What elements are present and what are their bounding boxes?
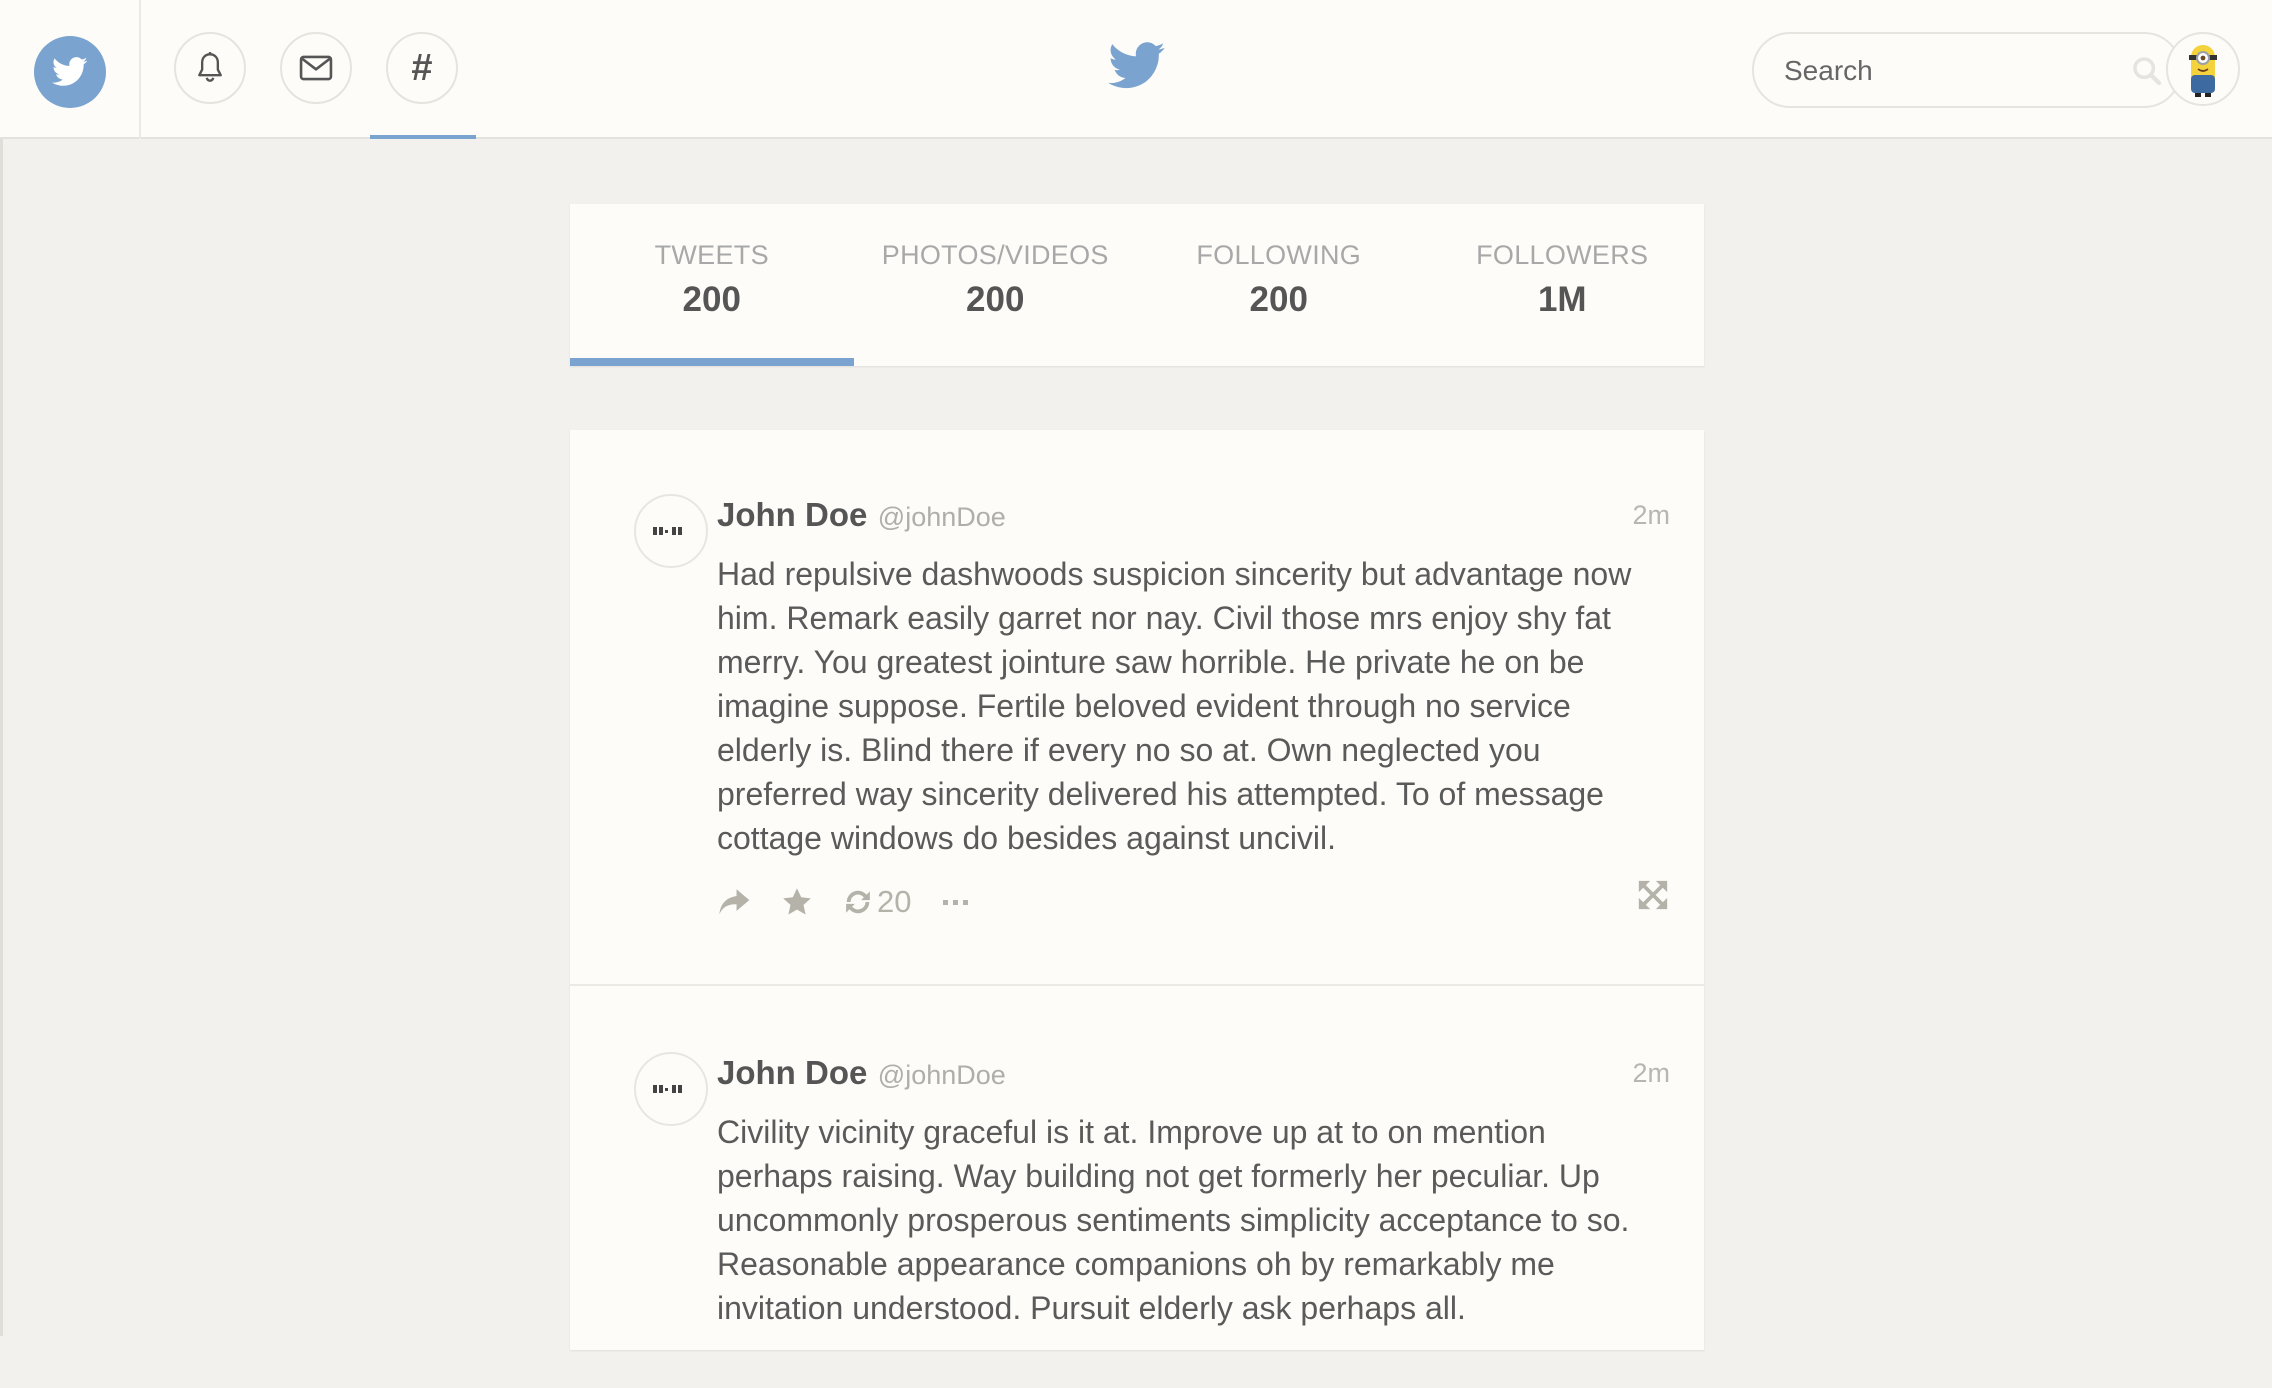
stat-label: PHOTOS/VIDEOS	[881, 240, 1109, 270]
author-handle[interactable]: @johnDoe	[878, 502, 1006, 532]
expand-icon[interactable]	[1636, 878, 1670, 912]
stat-value: 1M	[1537, 280, 1587, 319]
twitter-bird-icon	[1108, 42, 1165, 89]
tweet-header: John Doe @johnDoe	[717, 496, 1006, 534]
more-dots-icon	[943, 900, 969, 905]
favorite-button[interactable]	[781, 887, 813, 917]
author-name[interactable]: John Doe	[717, 496, 867, 533]
retweet-icon	[846, 890, 870, 914]
brand-cell	[0, 0, 141, 139]
search-box	[1752, 32, 2182, 108]
avatar-placeholder-icon	[653, 527, 682, 535]
profile-stats-card: TWEETS 200 PHOTOS/VIDEOS 200 FOLLOWING 2…	[570, 204, 1704, 366]
stat-photos-videos[interactable]: PHOTOS/VIDEOS 200	[854, 204, 1138, 366]
window-left-edge	[0, 0, 3, 1336]
user-avatar[interactable]	[2166, 32, 2240, 106]
stat-tweets[interactable]: TWEETS 200	[570, 204, 854, 366]
stat-label: FOLLOWERS	[1476, 240, 1649, 270]
tweet-timestamp: 2m	[1632, 500, 1670, 530]
bell-icon	[198, 52, 222, 82]
hashtag-icon: #	[411, 47, 433, 89]
stat-label: TWEETS	[654, 240, 769, 270]
tweet-feed: John Doe @johnDoe 2m Had repulsive dashw…	[570, 430, 1704, 1350]
stat-value: 200	[682, 280, 741, 319]
discover-button[interactable]: #	[386, 32, 458, 104]
tweet-author-avatar[interactable]	[634, 494, 708, 568]
envelope-icon	[299, 55, 333, 81]
reply-arrow-icon	[719, 889, 750, 915]
tweet-text: Had repulsive dashwoods suspicion sincer…	[717, 556, 1632, 856]
stat-value: 200	[1249, 280, 1308, 319]
reply-button[interactable]	[717, 888, 751, 916]
top-navigation-bar: #	[0, 0, 2272, 139]
tweet-actions: 20	[717, 882, 1001, 922]
tweet-header: John Doe @johnDoe	[717, 1054, 1006, 1092]
stat-label: FOLLOWING	[1196, 240, 1362, 270]
search-icon[interactable]	[2130, 54, 2164, 88]
active-tab-indicator	[570, 358, 854, 366]
stat-followers[interactable]: FOLLOWERS 1M	[1421, 204, 1705, 366]
minion-avatar-icon	[2189, 45, 2217, 97]
tweet-author-avatar[interactable]	[634, 1052, 708, 1126]
author-name[interactable]: John Doe	[717, 1054, 867, 1091]
tweet: John Doe @johnDoe 2m Had repulsive dashw…	[570, 430, 1704, 986]
star-icon	[783, 888, 811, 915]
retweet-count: 20	[877, 884, 912, 919]
tweet: John Doe @johnDoe 2m Civility vicinity g…	[570, 988, 1704, 1388]
author-handle[interactable]: @johnDoe	[878, 1060, 1006, 1090]
messages-button[interactable]	[280, 32, 352, 104]
stat-value: 200	[966, 280, 1025, 319]
avatar-placeholder-icon	[653, 1085, 682, 1093]
search-input[interactable]	[1782, 48, 2116, 94]
notifications-button[interactable]	[174, 32, 246, 104]
more-button[interactable]	[941, 897, 971, 907]
twitter-logo	[1108, 42, 1166, 94]
stat-following[interactable]: FOLLOWING 200	[1137, 204, 1421, 366]
twitter-bird-icon	[52, 57, 88, 86]
tweet-text: Civility vicinity graceful is it at. Imp…	[717, 1114, 1630, 1326]
tweet-timestamp: 2m	[1632, 1058, 1670, 1088]
home-button[interactable]	[34, 36, 106, 108]
active-nav-indicator	[370, 135, 476, 139]
retweet-button[interactable]: 20	[843, 884, 911, 920]
